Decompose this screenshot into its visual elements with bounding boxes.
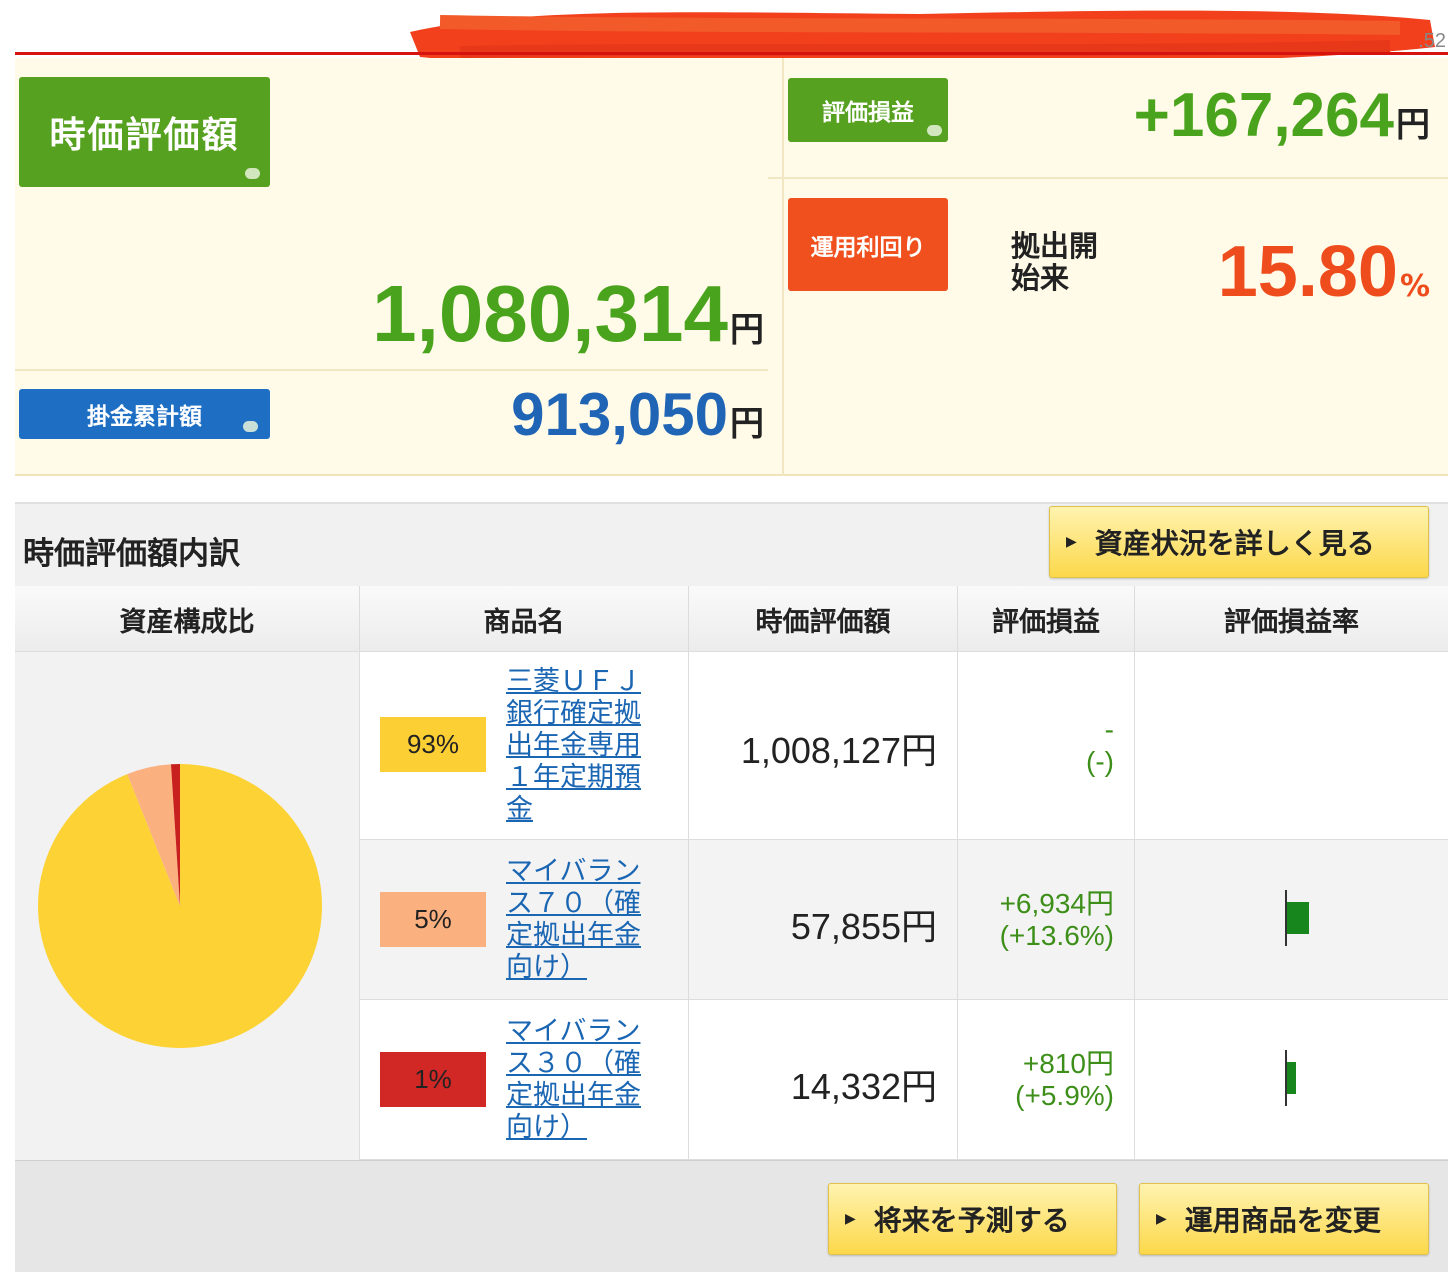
help-bubble-icon [927, 125, 942, 136]
yield-amount: 15.80% [1217, 232, 1430, 312]
allocation-pie-chart [37, 764, 322, 1048]
triangle-right-icon: ▶ [1156, 1211, 1167, 1227]
gain-rate-bar-cell [1135, 652, 1448, 839]
market-value-amount: 1,080,314円 [372, 269, 764, 358]
holdings-table: 資産構成比 商品名 時価評価額 評価損益 評価損益率 93% 三菱ＵＦＪ銀行確定… [15, 586, 1448, 1160]
yield-label: 運用利回り [810, 234, 926, 261]
gain-amount: +167,264円 [1133, 81, 1430, 150]
col-allocation: 資産構成比 [15, 586, 360, 652]
asset-detail-button[interactable]: ▶ 資産状況を詳しく見る [1049, 506, 1429, 578]
allocation-pie-cell [15, 652, 360, 1160]
contribution-label: 掛金累計額 [87, 404, 202, 430]
gain-label: 評価損益 [822, 100, 914, 126]
header-corner-text: .52 [1418, 30, 1446, 52]
contribution-badge[interactable]: 掛金累計額 [19, 389, 270, 439]
table-header: 資産構成比 商品名 時価評価額 評価損益 評価損益率 [15, 586, 1448, 652]
table-row: 93% 三菱ＵＦＪ銀行確定拠出年金専用１年定期預金 1,008,127円 - (… [360, 652, 1448, 840]
market-value-cell: 57,855円 [790, 906, 937, 947]
gain-rate-bar [1287, 1062, 1297, 1094]
gain-cell: +810円 (+5.9%) [1015, 1048, 1114, 1111]
forecast-button[interactable]: ▶ 将来を予測する [828, 1183, 1117, 1255]
share-badge: 93% [380, 717, 486, 772]
help-bubble-icon [245, 168, 260, 179]
product-link[interactable]: マイバランス３０（確定拠出年金向け） [506, 1016, 656, 1144]
product-link[interactable]: マイバランス７０（確定拠出年金向け） [506, 856, 656, 984]
gain-cell: - (-) [1086, 714, 1114, 777]
currency-label: 円 [730, 310, 764, 350]
product-link[interactable]: 三菱ＵＦＪ銀行確定拠出年金専用１年定期預金 [506, 666, 656, 826]
gain-rate-bar-cell [1135, 840, 1448, 999]
market-value-cell: 1,008,127円 [740, 730, 937, 771]
col-gain-rate: 評価損益率 [1224, 606, 1359, 638]
share-badge: 5% [380, 892, 486, 947]
footer-bar: ▶ 将来を予測する ▶ 運用商品を変更 [15, 1160, 1448, 1272]
share-badge: 1% [380, 1052, 486, 1107]
triangle-right-icon: ▶ [1066, 534, 1077, 550]
header-rule [15, 52, 1448, 55]
gain-rate-bar-cell [1135, 1000, 1448, 1159]
gain-badge[interactable]: 評価損益 [788, 78, 948, 142]
table-row: 1% マイバランス３０（確定拠出年金向け） 14,332円 +810円 (+5.… [360, 1000, 1448, 1160]
col-market-value: 時価評価額 [689, 586, 958, 652]
col-product: 商品名 [360, 586, 689, 652]
gain-rate-bar [1287, 902, 1309, 934]
table-row: 5% マイバランス７０（確定拠出年金向け） 57,855円 +6,934円 (+… [360, 840, 1448, 1000]
breakdown-title: 時価評価額内訳 [23, 536, 240, 572]
breakdown-header: 時価評価額内訳 ▶ 資産状況を詳しく見る [15, 502, 1448, 586]
currency-label: 円 [1396, 105, 1430, 145]
summary-panel: 時価評価額 1,080,314円 掛金累計額 913,050円 評価損益 +16… [15, 58, 1448, 476]
percent-unit: % [1399, 269, 1430, 304]
market-value-badge[interactable]: 時価評価額 [19, 77, 270, 187]
col-gain: 評価損益 [958, 586, 1135, 652]
yield-badge: 運用利回り [788, 198, 948, 291]
triangle-right-icon: ▶ [845, 1211, 856, 1227]
market-value-cell: 14,332円 [790, 1066, 937, 1107]
market-value-label: 時価評価額 [49, 115, 240, 156]
currency-label: 円 [730, 404, 764, 444]
contribution-amount: 913,050円 [511, 381, 764, 448]
help-bubble-icon [243, 421, 258, 432]
gain-cell: +6,934円 (+13.6%) [999, 888, 1114, 951]
change-product-button[interactable]: ▶ 運用商品を変更 [1139, 1183, 1429, 1255]
yield-period-label: 拠出開始来 [1011, 229, 1099, 295]
